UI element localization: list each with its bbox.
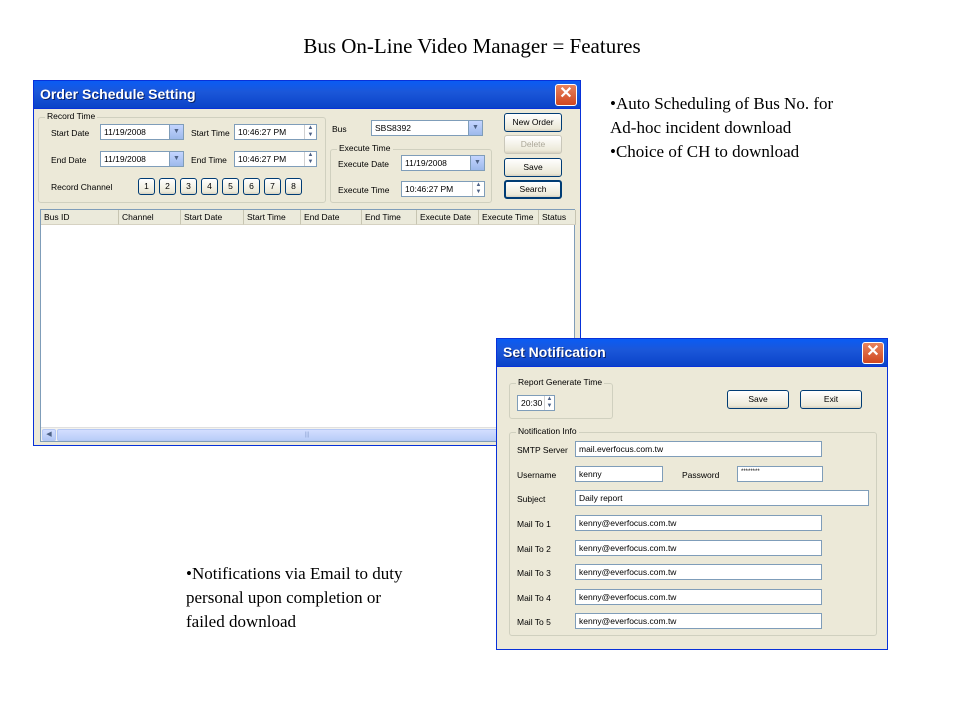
execute-time-label: Execute Time: [338, 185, 390, 195]
bullet-line: Ad-hoc incident download: [610, 118, 792, 137]
exit-button[interactable]: Exit: [800, 390, 862, 409]
mail-to-3-label: Mail To 3: [517, 568, 551, 578]
set-notification-window: Set Notification ✕ Report Generate Time …: [496, 338, 888, 650]
username-input[interactable]: kenny: [575, 466, 663, 482]
feature-bullets-scheduling: Auto Scheduling of Bus No. for Ad-hoc in…: [610, 92, 910, 164]
report-time-input[interactable]: 20:30 ▲ ▼: [517, 395, 555, 411]
execute-date-picker[interactable]: 11/19/2008 ▼: [401, 155, 485, 171]
execute-date-label: Execute Date: [338, 159, 390, 169]
new-order-button[interactable]: New Order: [504, 113, 562, 132]
column-header-channel[interactable]: Channel: [119, 210, 181, 225]
group-label: Notification Info: [516, 426, 579, 436]
channel-8-button[interactable]: 8: [285, 178, 302, 195]
bus-label: Bus: [332, 124, 347, 134]
mail-to-5-label: Mail To 5: [517, 617, 551, 627]
close-icon[interactable]: ✕: [862, 342, 884, 364]
bus-value: SBS8392: [375, 123, 411, 133]
mail-to-1-input[interactable]: kenny@everfocus.com.tw: [575, 515, 822, 531]
search-button[interactable]: Search: [504, 180, 562, 199]
start-time-label: Start Time: [191, 128, 230, 138]
chevron-down-icon[interactable]: ▼: [169, 152, 183, 166]
start-time-input[interactable]: 10:46:27 PM ▲ ▼: [234, 124, 317, 140]
channel-3-button[interactable]: 3: [180, 178, 197, 195]
mail-to-4-label: Mail To 4: [517, 593, 551, 603]
mail-to-2-label: Mail To 2: [517, 544, 551, 554]
spinner-arrows-icon[interactable]: ▲ ▼: [544, 396, 554, 410]
end-time-input[interactable]: 10:46:27 PM ▲ ▼: [234, 151, 317, 167]
window-title: Set Notification: [503, 344, 606, 360]
bus-select[interactable]: SBS8392 ▼: [371, 120, 483, 136]
bullet-line: personal upon completion or: [186, 588, 381, 607]
column-header-execute-date[interactable]: Execute Date: [417, 210, 479, 225]
mail-to-3-input[interactable]: kenny@everfocus.com.tw: [575, 564, 822, 580]
start-date-picker[interactable]: 11/19/2008 ▼: [100, 124, 184, 140]
username-label: Username: [517, 470, 557, 480]
channel-6-button[interactable]: 6: [243, 178, 260, 195]
chevron-left-icon[interactable]: ◀: [42, 429, 56, 441]
spinner-arrows-icon[interactable]: ▲ ▼: [304, 125, 316, 139]
end-date-picker[interactable]: 11/19/2008 ▼: [100, 151, 184, 167]
spinner-arrows-icon[interactable]: ▲ ▼: [304, 152, 316, 166]
smtp-server-input[interactable]: mail.everfocus.com.tw: [575, 441, 822, 457]
execute-time-input[interactable]: 10:46:27 PM ▲ ▼: [401, 181, 485, 197]
mail-to-5-input[interactable]: kenny@everfocus.com.tw: [575, 613, 822, 629]
column-header-end-time[interactable]: End Time: [362, 210, 417, 225]
channel-4-button[interactable]: 4: [201, 178, 218, 195]
mail-to-4-input[interactable]: kenny@everfocus.com.tw: [575, 589, 822, 605]
slide-title: Bus On-Line Video Manager = Features: [303, 34, 641, 58]
channel-5-button[interactable]: 5: [222, 178, 239, 195]
start-time-value: 10:46:27 PM: [238, 127, 287, 137]
start-date-label: Start Date: [51, 128, 90, 138]
delete-button[interactable]: Delete: [504, 135, 562, 154]
feature-bullets-notification: Notifications via Email to duty personal…: [186, 562, 476, 634]
password-label: Password: [682, 470, 720, 480]
save-button[interactable]: Save: [504, 158, 562, 177]
bullet-line: Choice of CH to download: [610, 140, 910, 164]
password-input[interactable]: ********: [737, 466, 823, 482]
end-date-value: 11/19/2008: [104, 154, 146, 164]
title-bar: Order Schedule Setting ✕: [34, 81, 580, 109]
chevron-down-icon[interactable]: ▼: [470, 156, 484, 170]
window-title: Order Schedule Setting: [40, 86, 196, 102]
spinner-arrows-icon[interactable]: ▲ ▼: [472, 182, 484, 196]
execute-time-value: 10:46:27 PM: [405, 184, 454, 194]
notification-info-group: Notification Info: [509, 426, 877, 636]
column-header-end-date[interactable]: End Date: [301, 210, 362, 225]
column-header-start-date[interactable]: Start Date: [181, 210, 244, 225]
execute-date-value: 11/19/2008: [405, 158, 447, 168]
column-header-bus-id[interactable]: Bus ID: [41, 210, 119, 225]
save-button[interactable]: Save: [727, 390, 789, 409]
chevron-down-icon[interactable]: ▼: [468, 121, 482, 135]
end-time-label: End Time: [191, 155, 227, 165]
end-date-label: End Date: [51, 155, 87, 165]
group-label: Report Generate Time: [516, 377, 605, 387]
end-time-value: 10:46:27 PM: [238, 154, 287, 164]
smtp-server-label: SMTP Server: [517, 445, 568, 455]
title-bar: Set Notification ✕: [497, 339, 887, 367]
close-icon[interactable]: ✕: [555, 84, 577, 106]
channel-button-row: 1 2 3 4 5 6 7 8: [138, 178, 308, 196]
channel-2-button[interactable]: 2: [159, 178, 176, 195]
bullet-line: failed download: [186, 612, 296, 631]
subject-input[interactable]: Daily report: [575, 490, 869, 506]
horizontal-scrollbar[interactable]: ◀ |||: [41, 427, 574, 441]
channel-1-button[interactable]: 1: [138, 178, 155, 195]
report-time-value: 20:30: [521, 398, 543, 408]
column-header-status[interactable]: Status: [539, 210, 576, 225]
bullet-line: Notifications via Email to duty: [186, 562, 476, 586]
mail-to-1-label: Mail To 1: [517, 519, 551, 529]
start-date-value: 11/19/2008: [104, 127, 146, 137]
scroll-thumb[interactable]: |||: [57, 429, 557, 441]
bullet-line: Auto Scheduling of Bus No. for: [610, 92, 910, 116]
group-label: Record Time: [45, 111, 98, 121]
channel-7-button[interactable]: 7: [264, 178, 281, 195]
mail-to-2-input[interactable]: kenny@everfocus.com.tw: [575, 540, 822, 556]
record-channel-label: Record Channel: [51, 182, 113, 192]
column-header-start-time[interactable]: Start Time: [244, 210, 301, 225]
column-header-execute-time[interactable]: Execute Time: [479, 210, 539, 225]
chevron-down-icon[interactable]: ▼: [169, 125, 183, 139]
subject-label: Subject: [517, 494, 546, 504]
group-label: Execute Time: [337, 143, 393, 153]
order-list-grid[interactable]: Bus ID Channel Start Date Start Time End…: [40, 209, 576, 442]
